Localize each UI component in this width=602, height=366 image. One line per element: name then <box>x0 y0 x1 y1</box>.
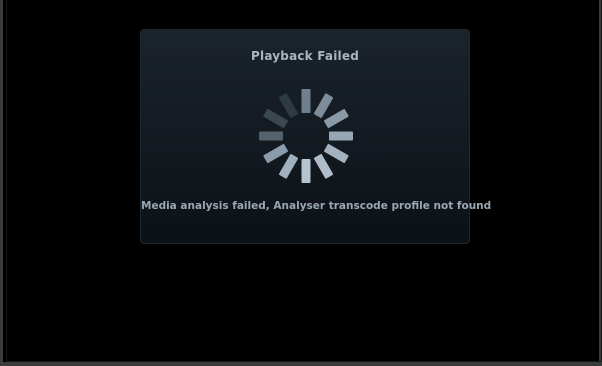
spinner-segment <box>263 143 288 164</box>
spinner-segment <box>329 131 353 141</box>
spinner-segment <box>324 143 349 164</box>
spinner-segment <box>259 131 283 141</box>
spinner-segment <box>313 154 334 179</box>
playback-failed-dialog: Playback Failed Media analysis failed, A… <box>140 29 492 244</box>
loading-spinner-icon <box>259 89 353 183</box>
spinner-segment <box>313 93 334 118</box>
spinner-segment <box>301 89 311 113</box>
spinner-segment <box>278 93 299 118</box>
spinner-segment <box>324 108 349 129</box>
spinner-segment <box>263 108 288 129</box>
dialog-title: Playback Failed <box>251 49 359 63</box>
spinner-segment <box>301 159 311 183</box>
window-frame: Playback Failed Media analysis failed, A… <box>0 0 602 366</box>
error-message: Media analysis failed, Analyser transcod… <box>141 200 492 212</box>
spinner-segment <box>278 154 299 179</box>
